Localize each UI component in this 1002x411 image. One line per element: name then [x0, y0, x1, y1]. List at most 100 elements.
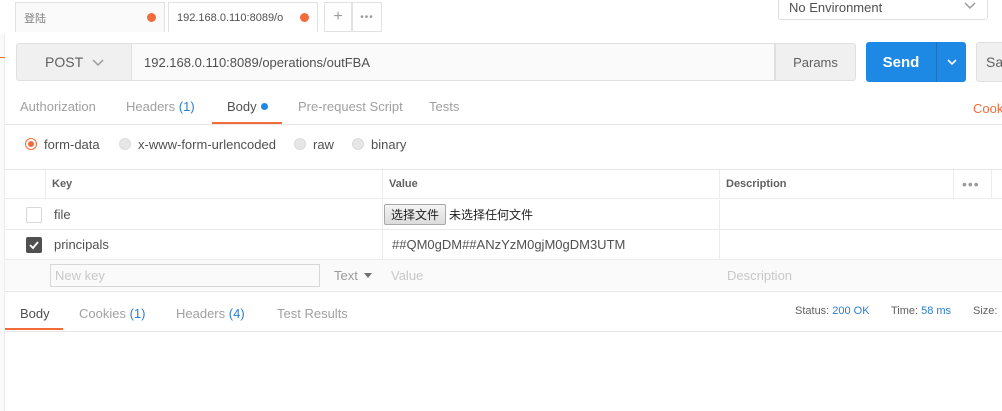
file-picker: 选择文件 未选择任何文件 [384, 200, 533, 229]
response-tab-test-results[interactable]: Test Results [277, 306, 348, 321]
ellipsis-icon: ••• [360, 11, 374, 23]
caret-down-icon [363, 273, 372, 278]
tab-label: Test Results [277, 306, 348, 321]
radio-binary[interactable]: binary [352, 136, 407, 152]
new-key-placeholder: New key [55, 267, 105, 283]
new-row: New key Text Value Description [5, 260, 1002, 290]
time-label: Time: [891, 305, 919, 317]
tab-body[interactable]: Body [227, 99, 268, 114]
bulk-edit-menu-icon[interactable]: ••• [962, 170, 980, 198]
params-button[interactable]: Params [775, 43, 856, 81]
method-label: POST [45, 54, 84, 70]
tab-count: (4) [228, 306, 245, 321]
radio-form-data[interactable]: form-data [25, 136, 100, 152]
send-label: Send [882, 53, 920, 71]
unsaved-dot-icon [300, 13, 309, 22]
divider [5, 124, 1002, 125]
radio-label: binary [371, 136, 407, 152]
column-divider [719, 230, 720, 259]
url-input[interactable]: 192.168.0.110:8089/operations/outFBA [131, 43, 775, 81]
table-row: file 选择文件 未选择任何文件 [5, 200, 1002, 230]
method-select[interactable]: POST [16, 43, 131, 81]
time-value: 58 ms [921, 305, 952, 317]
tab-pre-request-script[interactable]: Pre-request Script [298, 99, 403, 114]
column-header-description: Description [726, 178, 787, 190]
tab-label: Authorization [20, 99, 96, 114]
column-divider [719, 200, 720, 229]
request-tab-login[interactable]: 登陆 [15, 2, 165, 32]
chevron-down-icon [92, 59, 104, 67]
send-button[interactable]: Send [866, 42, 936, 82]
modified-dot-icon [260, 103, 268, 110]
column-divider [991, 170, 992, 198]
radio-icon [119, 138, 131, 150]
chevron-down-icon [964, 2, 976, 10]
choose-file-button[interactable]: 选择文件 [384, 204, 447, 225]
url-text: 192.168.0.110:8089/operations/outFBA [144, 54, 370, 70]
response-tab-body[interactable]: Body [20, 306, 50, 321]
response-time: Time: 58 ms [891, 305, 951, 317]
request-tab-active[interactable]: 192.168.0.110:8089/o [168, 2, 318, 32]
radio-label: x-www-form-urlencoded [138, 136, 276, 152]
response-tab-cookies[interactable]: Cookies (1) [79, 306, 145, 321]
tab-label: Headers [126, 99, 176, 114]
more-tabs-button[interactable]: ••• [352, 2, 382, 32]
response-tab-headers[interactable]: Headers (4) [176, 306, 245, 321]
tab-label: Tests [429, 99, 460, 114]
response-status: Status: 200 OK [795, 305, 870, 317]
checkmark-icon [29, 240, 39, 249]
file-status-text: 未选择任何文件 [449, 208, 534, 222]
tab-label: Body [20, 306, 50, 321]
send-options-button[interactable] [936, 42, 966, 82]
divider [5, 291, 1002, 292]
radio-icon [294, 138, 306, 150]
new-key-input[interactable]: New key [50, 263, 320, 287]
tab-headers[interactable]: Headers (1) [126, 99, 195, 114]
tab-tests[interactable]: Tests [429, 99, 459, 114]
radio-icon [352, 138, 364, 150]
environment-label: No Environment [789, 0, 883, 15]
tab-label: Pre-request Script [298, 99, 403, 114]
size-label: Size: [973, 305, 998, 317]
status-value: 200 OK [832, 305, 870, 317]
cookies-label: Cook [973, 101, 1002, 116]
column-divider [719, 170, 720, 198]
save-button[interactable]: Sa [976, 42, 1002, 82]
add-tab-button[interactable]: + [324, 2, 352, 32]
row-key[interactable]: principals [54, 230, 109, 259]
environment-select[interactable]: No Environment [778, 0, 988, 20]
tab-label: Body [227, 99, 257, 114]
unsaved-dot-icon [147, 13, 156, 22]
table-header-row: Key Value Description ••• [5, 169, 1002, 199]
sidebar-marker [0, 57, 5, 58]
radio-label: form-data [44, 136, 100, 152]
radio-label: raw [313, 136, 334, 152]
chevron-down-icon [946, 59, 957, 66]
new-value-input[interactable]: Value [391, 260, 423, 290]
column-divider [953, 170, 954, 198]
column-header-key: Key [52, 178, 73, 190]
new-description-input[interactable]: Description [727, 260, 792, 290]
request-tab-label: 登陆 [24, 12, 46, 25]
plus-icon: + [333, 8, 343, 25]
active-tab-indicator [5, 328, 63, 330]
params-label: Params [793, 54, 838, 70]
row-value[interactable]: ##QM0gDM##ANzYzM0gjM0gDM3UTM [392, 230, 625, 259]
type-select[interactable]: Text [334, 260, 373, 290]
save-label: Sa [986, 54, 1002, 70]
tab-label: Cookies [79, 306, 126, 321]
form-data-table: Key Value Description ••• file 选择文件 未选择任… [5, 169, 1002, 290]
row-enable-checkbox[interactable] [26, 206, 42, 223]
request-tab-label: 192.168.0.110:8089/o [177, 11, 284, 24]
radio-raw[interactable]: raw [294, 136, 334, 152]
row-key[interactable]: file [54, 200, 71, 229]
tab-count: (1) [129, 306, 146, 321]
cookies-link[interactable]: Cook [973, 101, 1002, 116]
column-header-value: Value [389, 178, 418, 190]
row-enable-checkbox[interactable] [26, 236, 42, 253]
column-divider [382, 200, 383, 229]
radio-selected-icon [25, 138, 37, 150]
radio-x-www-form-urlencoded[interactable]: x-www-form-urlencoded [119, 136, 276, 152]
tab-authorization[interactable]: Authorization [20, 99, 96, 114]
column-divider [45, 170, 46, 198]
